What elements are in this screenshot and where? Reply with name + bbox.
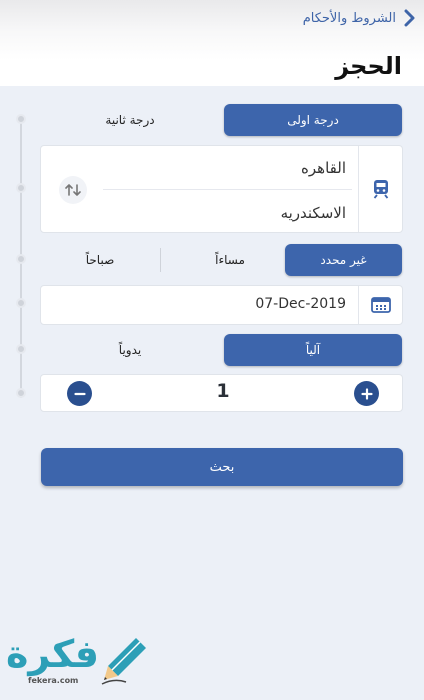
timeline-dot xyxy=(16,344,26,354)
class-selector: درجة ثانية درجة اولى xyxy=(40,104,402,136)
search-button[interactable]: بحث xyxy=(41,448,403,486)
timeline-dot xyxy=(16,114,26,124)
train-icon xyxy=(373,180,388,199)
mode-selector: يدوياً آلياً xyxy=(40,334,402,366)
page-title: الحجز xyxy=(335,52,402,80)
timeline-dot xyxy=(16,254,26,264)
date-field[interactable]: 07-Dec-2019 xyxy=(40,285,403,325)
top-bar: الشروط والأحكام الحجز xyxy=(0,0,424,86)
calendar-icon xyxy=(370,297,391,313)
watermark-brand: فكرة xyxy=(6,632,100,676)
timeline-dot xyxy=(16,183,26,193)
auto-mode-button[interactable]: آلياً xyxy=(224,334,402,366)
route-divider xyxy=(103,189,352,190)
evening-option[interactable]: مساءاً xyxy=(180,244,280,276)
timeline-dot xyxy=(16,298,26,308)
time-selector: صباحاً مساءاً غير محدد xyxy=(40,244,402,276)
date-value: 07-Dec-2019 xyxy=(255,296,346,312)
plus-icon xyxy=(360,387,373,400)
chevron-right-icon xyxy=(404,9,415,27)
unspecified-time-button[interactable]: غير محدد xyxy=(285,244,402,276)
watermark-logo: فكرة fekera.com xyxy=(4,632,149,692)
watermark-site: fekera.com xyxy=(28,676,79,685)
minus-icon xyxy=(73,392,86,395)
decrement-button[interactable] xyxy=(67,381,92,406)
timeline-dot xyxy=(16,388,26,398)
to-station[interactable]: الاسكندريه xyxy=(281,204,346,222)
route-card: القاهره الاسكندريه xyxy=(40,145,403,233)
train-side xyxy=(358,146,402,232)
pencil-icon xyxy=(101,638,146,685)
from-station[interactable]: القاهره xyxy=(301,159,346,177)
time-separator xyxy=(160,248,161,272)
morning-option[interactable]: صباحاً xyxy=(50,244,150,276)
terms-label: الشروط والأحكام xyxy=(302,10,396,26)
swap-icon xyxy=(65,184,81,196)
swap-button[interactable] xyxy=(59,176,87,204)
calendar-button[interactable] xyxy=(358,286,402,324)
second-class-option[interactable]: درجة ثانية xyxy=(70,104,190,136)
increment-button[interactable] xyxy=(354,381,379,406)
first-class-button[interactable]: درجة اولى xyxy=(224,104,402,136)
quantity-value: 1 xyxy=(216,380,230,402)
quantity-stepper: 1 xyxy=(40,374,403,412)
terms-link[interactable]: الشروط والأحكام xyxy=(303,8,416,28)
manual-option[interactable]: يدوياً xyxy=(90,334,170,366)
